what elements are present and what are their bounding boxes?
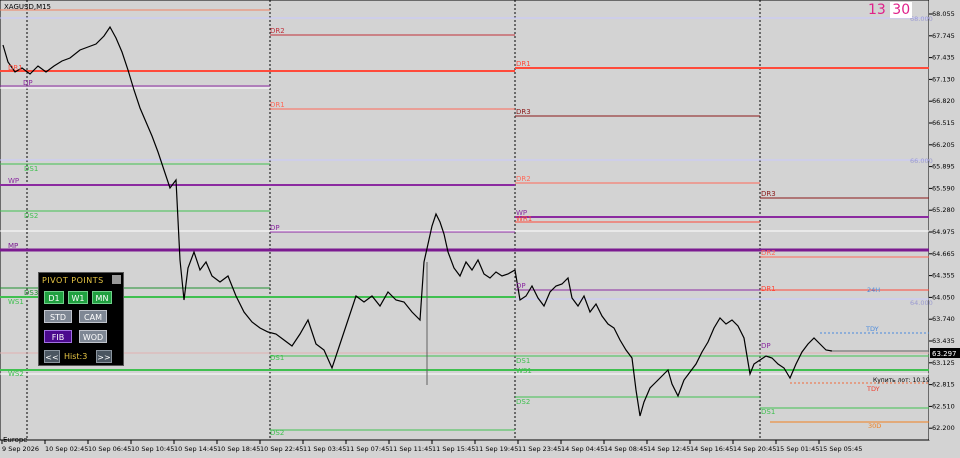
price-tick-label: 62.510 bbox=[932, 402, 955, 410]
tf-w1-button[interactable]: W1 bbox=[68, 291, 88, 304]
price-tick-label: 64.355 bbox=[932, 272, 955, 280]
time-tick-label: 14 Sep 08:45 bbox=[604, 445, 647, 453]
timer-minutes: 13 bbox=[868, 2, 886, 18]
time-tick-label: 9 Sep 2026 bbox=[2, 445, 39, 453]
pivot-label-ws1-b: WS1 bbox=[516, 367, 532, 375]
pivot-label-dr3-c: DR3 bbox=[761, 190, 776, 198]
price-tick-label: 62.200 bbox=[932, 424, 955, 432]
price-tick-label: 64.665 bbox=[932, 250, 955, 258]
pivot-label-ds2-b: DS2 bbox=[516, 398, 530, 406]
time-tick-label: 14 Sep 16:45 bbox=[690, 445, 733, 453]
type-cam-button[interactable]: CAM bbox=[79, 310, 107, 323]
pivot-label-ws2-left: WS2 bbox=[8, 370, 24, 378]
h24-label: 24H bbox=[867, 286, 880, 294]
tf-mn-button[interactable]: MN bbox=[92, 291, 112, 304]
tf-d1-button[interactable]: D1 bbox=[44, 291, 64, 304]
hist-prev-button[interactable]: << bbox=[44, 350, 60, 363]
time-tick-label: 10 Sep 02:45 bbox=[45, 445, 88, 453]
pivot-label-ds1-c: DS1 bbox=[761, 408, 775, 416]
pivot-label-ds2-a: DS2 bbox=[270, 429, 284, 437]
pivot-label-dp-b: DP bbox=[516, 282, 526, 290]
pivot-label-wp-left: WP bbox=[8, 177, 19, 185]
time-tick-label: 11 Sep 23:45 bbox=[518, 445, 561, 453]
price-tick-label: 67.435 bbox=[932, 54, 955, 62]
price-tick-label: 66.205 bbox=[932, 141, 955, 149]
time-tick-label: 11 Sep 11:45 bbox=[389, 445, 432, 453]
session-label: Europe bbox=[3, 436, 28, 444]
symbol-label: XAGUSD,M15 bbox=[4, 3, 52, 11]
time-tick-label: 10 Sep 10:45 bbox=[131, 445, 174, 453]
time-tick-label: 14 Sep 04:45 bbox=[561, 445, 604, 453]
type-fib-button[interactable]: FIB bbox=[44, 330, 72, 343]
current-price-label: 63.297 bbox=[932, 350, 957, 358]
pivot-label-mp-left: MP bbox=[8, 242, 18, 250]
hist-label: Hist:3 bbox=[64, 352, 88, 361]
price-tick-label: 63.435 bbox=[932, 337, 955, 345]
time-tick-label: 10 Sep 22:45 bbox=[260, 445, 303, 453]
time-tick-label: 15 Sep 05:45 bbox=[819, 445, 862, 453]
time-tick-label: 11 Sep 07:45 bbox=[346, 445, 389, 453]
pivot-points-panel[interactable]: PIVOT POINTS D1 W1 MN STD CAM FIB WOD <<… bbox=[38, 272, 124, 366]
price-tick-label: 63.125 bbox=[932, 359, 955, 367]
pivot-label-dr1-b: DR1 bbox=[516, 60, 531, 68]
time-tick-label: 10 Sep 06:45 bbox=[88, 445, 131, 453]
pivot-label-ds1-b: DS1 bbox=[516, 357, 530, 365]
price-tick-label: 67.745 bbox=[932, 32, 955, 40]
price-tick-label: 62.815 bbox=[932, 381, 955, 389]
tdy-bot-label: TDY bbox=[866, 385, 880, 393]
panel-title: PIVOT POINTS bbox=[42, 276, 104, 285]
time-tick-label: 15 Sep 01:45 bbox=[776, 445, 819, 453]
timer-seconds: 30 bbox=[890, 2, 913, 18]
pivot-label-dr1-c: DR1 bbox=[761, 285, 776, 293]
price-tick-label: 65.280 bbox=[932, 206, 955, 214]
price-tick-label: 67.130 bbox=[932, 75, 955, 83]
time-tick-label: 14 Sep 20:45 bbox=[733, 445, 776, 453]
candle-timer: 13 30 bbox=[868, 2, 913, 18]
d30-label: 30D bbox=[868, 422, 881, 430]
time-tick-label: 10 Sep 14:45 bbox=[174, 445, 217, 453]
pivot-label-dp-left: DP bbox=[23, 79, 33, 87]
time-tick-label: 11 Sep 15:45 bbox=[432, 445, 475, 453]
price-tick-label: 63.740 bbox=[932, 315, 955, 323]
time-tick-label: 14 Sep 12:45 bbox=[647, 445, 690, 453]
pivot-label-dp-a: DP bbox=[270, 224, 280, 232]
pivot-label-ds1-left: DS1 bbox=[24, 165, 38, 173]
price-680-label: 68.000 bbox=[910, 15, 933, 23]
pivot-label-dr1-a: DR1 bbox=[270, 101, 285, 109]
price-tick-label: 66.820 bbox=[932, 97, 955, 105]
time-axis-labels: 9 Sep 2026 10 Sep 02:45 10 Sep 06:45 10 Sep… bbox=[1, 440, 862, 453]
price-660-label: 66.000 bbox=[910, 157, 933, 165]
pivot-label-dr2-c: DR2 bbox=[761, 249, 776, 257]
pivot-label-dr3-b: DR3 bbox=[516, 108, 531, 116]
price-tick-label: 65.895 bbox=[932, 163, 955, 171]
pivot-label-ds1-a: DS1 bbox=[270, 354, 284, 362]
pivot-label-dr2-b: DR2 bbox=[516, 175, 531, 183]
price-tick-label: 66.515 bbox=[932, 119, 955, 127]
type-std-button[interactable]: STD bbox=[44, 310, 72, 323]
price-tick-label: 64.975 bbox=[932, 228, 955, 236]
price-tick-label: 65.590 bbox=[932, 184, 955, 192]
close-icon[interactable] bbox=[112, 275, 121, 284]
pivot-label-ds3-left: DS3 bbox=[24, 289, 38, 297]
time-tick-label: 11 Sep 03:45 bbox=[303, 445, 346, 453]
pivot-label-ws1-left: WS1 bbox=[8, 298, 24, 306]
time-tick-label: 11 Sep 19:45 bbox=[475, 445, 518, 453]
pivot-label-dr2-a: DR2 bbox=[270, 27, 285, 35]
buy-lot-label: Купить лот: 10.19 bbox=[873, 377, 930, 384]
price-axis bbox=[929, 0, 960, 440]
pivot-label-dr1-left: DR1 bbox=[8, 64, 23, 72]
pivot-label-dp-c: DP bbox=[761, 342, 771, 350]
price-640-label: 64.000 bbox=[910, 299, 933, 307]
type-wod-button[interactable]: WOD bbox=[79, 330, 107, 343]
price-tick-label: 64.050 bbox=[932, 293, 955, 301]
pivot-label-wr1-b: WR1 bbox=[516, 215, 532, 223]
time-tick-label: 10 Sep 18:45 bbox=[217, 445, 260, 453]
hist-next-button[interactable]: >> bbox=[96, 350, 112, 363]
price-chart[interactable]: 63.297 68.055 67.745 67.435 67.130 66.820 66.… bbox=[0, 0, 960, 458]
price-tick-label: 68.055 bbox=[932, 10, 955, 18]
pivot-label-ds2-left: DS2 bbox=[24, 212, 38, 220]
tdy-top-label: TDY bbox=[865, 325, 879, 333]
